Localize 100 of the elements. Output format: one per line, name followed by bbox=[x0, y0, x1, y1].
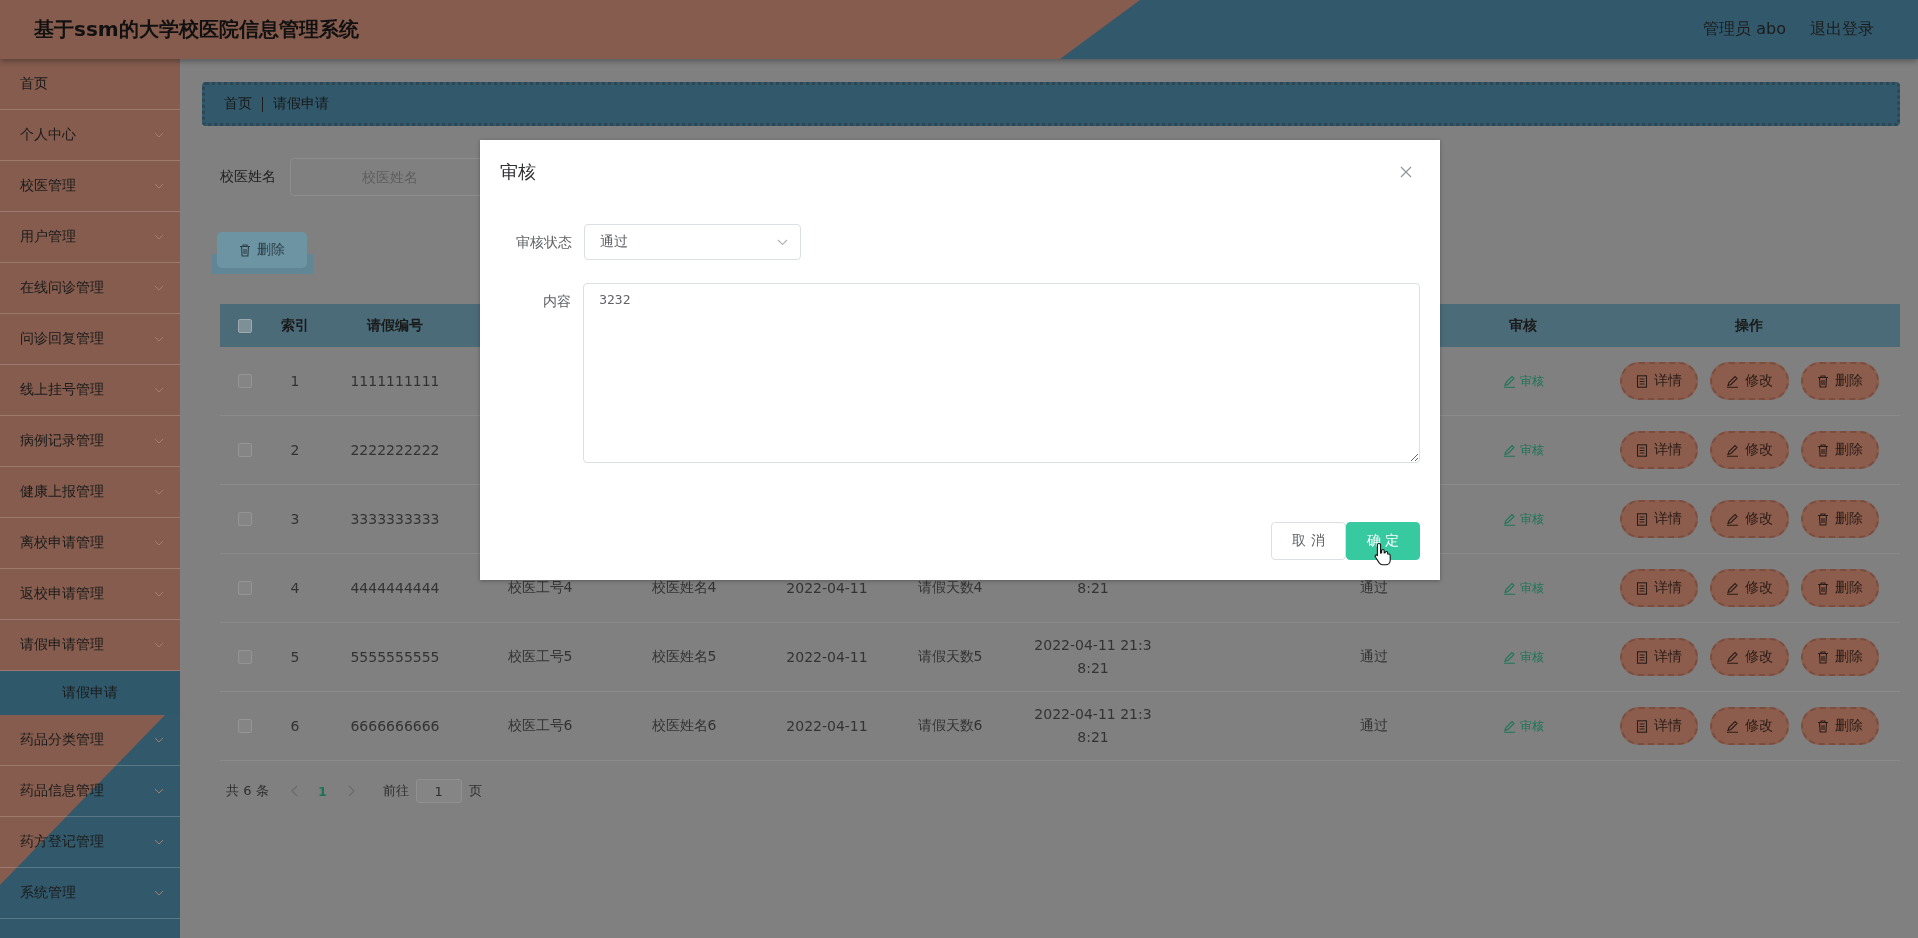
content-textarea[interactable]: 3232 bbox=[583, 283, 1420, 463]
table-cell-text: 8:21 bbox=[1076, 578, 1110, 598]
menu-item[interactable]: 离校申请管理 bbox=[0, 518, 180, 569]
table-cell: 6666666666 bbox=[350, 718, 440, 734]
breadcrumb-item[interactable]: 首页 bbox=[224, 95, 252, 113]
menu-item[interactable]: 药品信息管理 bbox=[0, 766, 180, 817]
goto-label: 前往 bbox=[382, 782, 409, 800]
menu-item[interactable]: 首页 bbox=[0, 59, 180, 110]
trash-icon bbox=[1816, 581, 1829, 595]
document-icon bbox=[1635, 512, 1648, 526]
menu-item[interactable]: 健康上报管理 bbox=[0, 467, 180, 518]
edit-button[interactable]: 修改 bbox=[1709, 431, 1789, 469]
table-cell: 2222222222 bbox=[350, 442, 440, 458]
pen-icon bbox=[1502, 512, 1516, 526]
table-cell: 校医工号4 bbox=[507, 579, 573, 597]
chevron-down-icon bbox=[154, 132, 164, 138]
table-cell: 通过 bbox=[1360, 717, 1388, 735]
trash-icon bbox=[1816, 512, 1829, 526]
chevron-down-icon bbox=[777, 238, 788, 246]
table-cell: 请假天数4 bbox=[917, 579, 983, 597]
delete-button[interactable]: 删除 bbox=[1800, 500, 1879, 538]
table-cell: 3 bbox=[290, 511, 300, 527]
table-cell-text: 2022-04-11 21:38:21 bbox=[1033, 705, 1153, 747]
chevron-down-icon bbox=[154, 737, 164, 743]
menu-item[interactable]: 个人中心 bbox=[0, 110, 180, 161]
chevron-down-icon bbox=[154, 839, 164, 845]
menu-item[interactable]: 用户管理 bbox=[0, 212, 180, 263]
detail-button[interactable]: 详情 bbox=[1619, 500, 1698, 538]
pen-icon bbox=[1725, 443, 1739, 457]
chevron-down-icon bbox=[154, 336, 164, 342]
pen-icon bbox=[1725, 719, 1739, 733]
document-icon bbox=[1635, 374, 1648, 388]
table-cell: 校医工号6 bbox=[507, 717, 573, 735]
edit-button[interactable]: 修改 bbox=[1709, 707, 1789, 745]
chevron-down-icon bbox=[154, 788, 164, 794]
edit-button[interactable]: 修改 bbox=[1709, 638, 1789, 676]
status-select[interactable]: 通过 bbox=[584, 224, 801, 260]
chevron-down-icon bbox=[154, 438, 164, 444]
detail-button[interactable]: 详情 bbox=[1619, 707, 1698, 745]
pen-icon bbox=[1502, 719, 1516, 733]
document-icon bbox=[1635, 650, 1648, 664]
menu-item[interactable]: 系统管理 bbox=[0, 868, 180, 919]
table-cell: 校医姓名5 bbox=[651, 648, 717, 666]
field-label: 内容 bbox=[542, 292, 572, 311]
pen-icon bbox=[1725, 512, 1739, 526]
delete-button[interactable]: 删除 bbox=[1800, 362, 1879, 400]
table-cell: 校医姓名4 bbox=[651, 579, 717, 597]
logout-link[interactable]: 退出登录 bbox=[1810, 19, 1874, 40]
table-cell: 通过 bbox=[1360, 579, 1388, 597]
close-icon[interactable] bbox=[1400, 166, 1412, 178]
detail-button[interactable]: 详情 bbox=[1619, 569, 1698, 607]
menu-item[interactable]: 药品分类管理 bbox=[0, 715, 180, 766]
menu-item[interactable]: 返校申请管理 bbox=[0, 569, 180, 620]
breadcrumb-item: 请假申请 bbox=[273, 95, 329, 113]
menu-item[interactable]: 校医管理 bbox=[0, 161, 180, 212]
confirm-button[interactable]: 确 定 bbox=[1345, 522, 1420, 560]
edit-button[interactable]: 修改 bbox=[1709, 569, 1789, 607]
total-count: 共 6 条 bbox=[226, 782, 269, 800]
table-cell: 2022-04-11 bbox=[786, 649, 868, 665]
chevron-down-icon bbox=[154, 387, 164, 393]
table-cell: 请假天数5 bbox=[917, 648, 983, 666]
detail-button[interactable]: 详情 bbox=[1619, 431, 1698, 469]
edit-button[interactable]: 修改 bbox=[1709, 362, 1789, 400]
trash-icon bbox=[239, 243, 251, 257]
app-title: 基于ssm的大学校医院信息管理系统 bbox=[34, 16, 359, 43]
table-cell: 3333333333 bbox=[350, 511, 440, 527]
delete-button[interactable]: 删除 bbox=[1800, 569, 1879, 607]
table-cell: 1111111111 bbox=[350, 373, 440, 389]
trash-icon bbox=[1816, 443, 1829, 457]
table-cell: 2 bbox=[290, 442, 300, 458]
column-header: 索引 bbox=[281, 316, 309, 335]
table-cell: 2022-04-11 bbox=[786, 718, 868, 734]
table-cell: 4 bbox=[290, 580, 300, 596]
detail-button[interactable]: 详情 bbox=[1619, 638, 1698, 676]
column-header: 审核 bbox=[1509, 316, 1537, 335]
table-cell: 通过 bbox=[1360, 648, 1388, 666]
cancel-button[interactable]: 取 消 bbox=[1271, 522, 1346, 560]
table-cell: 校医姓名6 bbox=[651, 717, 717, 735]
submenu-item[interactable]: 请假申请 bbox=[0, 671, 180, 715]
menu-item[interactable]: 线上挂号管理 bbox=[0, 365, 180, 416]
menu-item[interactable]: 病例记录管理 bbox=[0, 416, 180, 467]
menu-item[interactable]: 在线问诊管理 bbox=[0, 263, 180, 314]
chevron-down-icon bbox=[154, 890, 164, 896]
trash-icon bbox=[1816, 374, 1829, 388]
select-all-checkbox[interactable] bbox=[238, 318, 252, 333]
field-label: 审核状态 bbox=[515, 233, 572, 252]
edit-button[interactable]: 修改 bbox=[1709, 500, 1789, 538]
pen-icon bbox=[1725, 650, 1739, 664]
detail-button[interactable]: 详情 bbox=[1619, 362, 1698, 400]
dialog-title: 审核 bbox=[500, 160, 536, 184]
table-cell: 6 bbox=[290, 718, 300, 734]
menu-item[interactable]: 问诊回复管理 bbox=[0, 314, 180, 365]
delete-button[interactable]: 删除 bbox=[1800, 707, 1879, 745]
table-cell: 1 bbox=[290, 373, 300, 389]
page-suffix: 页 bbox=[468, 782, 482, 800]
pen-icon bbox=[1502, 581, 1516, 595]
page-input[interactable]: 1 bbox=[415, 779, 462, 803]
table-cell: 请假天数6 bbox=[917, 717, 983, 735]
delete-button[interactable]: 删除 bbox=[1800, 638, 1879, 676]
delete-button[interactable]: 删除 bbox=[1800, 431, 1879, 469]
